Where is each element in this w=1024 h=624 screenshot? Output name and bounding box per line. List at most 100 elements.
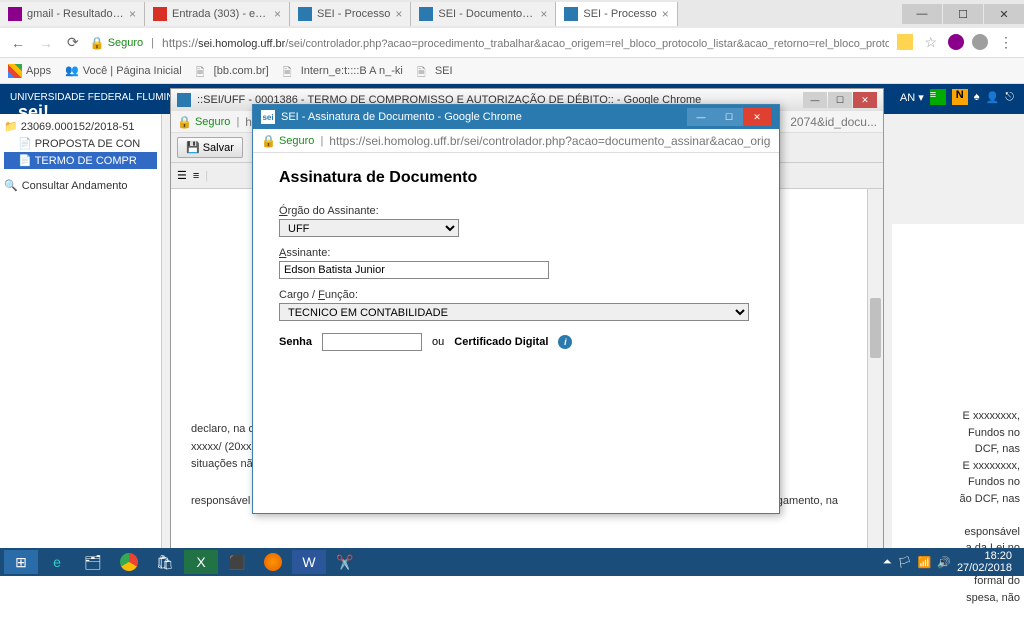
- info-icon[interactable]: i: [558, 335, 572, 349]
- taskbar-chrome-icon[interactable]: [112, 550, 146, 574]
- browser-tabbar: gmail - Resultados da b× Entrada (303) -…: [0, 0, 1024, 28]
- taskbar-snip-icon[interactable]: ✂️: [328, 550, 362, 574]
- sei-icon: [564, 7, 578, 21]
- taskbar-ie-icon[interactable]: e: [40, 550, 74, 574]
- scrollbar-vertical[interactable]: [867, 189, 883, 551]
- toolbar-icon[interactable]: ≡: [930, 89, 946, 105]
- list-icon[interactable]: ≡: [193, 170, 199, 182]
- tab-0[interactable]: gmail - Resultados da b×: [0, 2, 145, 26]
- doc-icon: 📄: [18, 137, 32, 150]
- sidebar: 📁23069.000152/2018-51 📄PROPOSTA DE CON 📄…: [0, 114, 162, 552]
- bookmark-item[interactable]: 👥Você | Página Inicial: [65, 64, 182, 77]
- sei-icon: [298, 7, 312, 21]
- senha-label: Senha: [279, 336, 312, 348]
- taskbar-firefox-icon[interactable]: [256, 550, 290, 574]
- forward-icon[interactable]: →: [36, 35, 56, 51]
- bookmark-item[interactable]: 🗎SEI: [417, 64, 453, 78]
- close-button[interactable]: ✕: [743, 108, 771, 126]
- minimize-button[interactable]: ―: [687, 108, 715, 126]
- tab-4[interactable]: SEI - Processo×: [556, 2, 677, 26]
- assinante-label: Assinante:: [279, 247, 753, 259]
- start-button[interactable]: ⊞: [4, 550, 38, 574]
- star-icon[interactable]: ☆: [921, 34, 940, 51]
- menu-icon[interactable]: ⋮: [996, 34, 1016, 51]
- modal-heading: Assinatura de Documento: [279, 169, 753, 187]
- reload-icon[interactable]: ⟳: [64, 34, 82, 51]
- list-icon[interactable]: ☰: [177, 169, 187, 182]
- yahoo-icon: [8, 7, 22, 21]
- close-icon[interactable]: ×: [274, 7, 281, 21]
- taskbar-app-icon[interactable]: ⬛: [220, 550, 254, 574]
- system-tray[interactable]: ⏶ 🏳 📶 🔊 18:2027/02/2018: [883, 550, 1020, 574]
- bookmarks-bar: Apps 👥Você | Página Inicial 🗎[bb.com.br]…: [0, 58, 1024, 84]
- bookmark-item[interactable]: 🗎Intern_e:t::::B A n_-ki: [283, 64, 403, 78]
- orgao-select[interactable]: UFF: [279, 219, 459, 237]
- modal-url: https://sei.homolog.uff.br/sei/controlad…: [329, 134, 771, 148]
- maximize-button[interactable]: ☐: [828, 92, 852, 108]
- secure-badge: 🔒 Seguro: [177, 115, 230, 129]
- apps-button[interactable]: Apps: [8, 64, 51, 78]
- back-icon[interactable]: ←: [8, 35, 28, 51]
- tray-flag-icon[interactable]: 🏳: [898, 556, 912, 569]
- close-icon[interactable]: ×: [662, 7, 669, 21]
- taskbar-word-icon[interactable]: W: [292, 550, 326, 574]
- tab-2[interactable]: SEI - Processo×: [290, 2, 411, 26]
- minimize-button[interactable]: ―: [902, 4, 942, 24]
- secure-badge: 🔒 Seguro: [90, 36, 143, 50]
- cert-label: Certificado Digital: [454, 336, 548, 348]
- tab-3[interactable]: SEI - Documentos do Blo×: [411, 2, 556, 26]
- scrollbar-thumb[interactable]: [870, 298, 881, 358]
- tray-network-icon[interactable]: 📶: [918, 556, 932, 569]
- taskbar-explorer-icon[interactable]: 🗂: [76, 550, 110, 574]
- ext-icon[interactable]: [948, 34, 964, 50]
- search-icon: 🔍: [4, 179, 18, 192]
- modal-body: Assinatura de Documento Órgão do Assinan…: [253, 153, 779, 367]
- menu-suffix[interactable]: AN ▾: [900, 91, 924, 104]
- cargo-label: Cargo / Função:: [279, 289, 753, 301]
- folder-icon: 📁: [4, 120, 18, 133]
- tab-1[interactable]: Entrada (303) - edsonba×: [145, 2, 290, 26]
- minimize-button[interactable]: ―: [803, 92, 827, 108]
- tree-doc-selected[interactable]: 📄TERMO DE COMPR: [4, 152, 157, 169]
- taskbar-store-icon[interactable]: 🛍: [148, 550, 182, 574]
- sei-icon: [177, 93, 191, 107]
- page-icon: 🗎: [417, 64, 431, 78]
- toolbar-icon[interactable]: ♠: [974, 91, 980, 103]
- toolbar-icon[interactable]: N: [952, 89, 968, 105]
- consult-link[interactable]: 🔍Consultar Andamento: [4, 177, 157, 194]
- ou-label: ou: [432, 336, 444, 348]
- close-icon[interactable]: ×: [395, 7, 402, 21]
- sei-icon: [419, 7, 433, 21]
- cargo-select[interactable]: TECNICO EM CONTABILIDADE: [279, 303, 749, 321]
- url-text[interactable]: https://sei.homolog.uff.br/sei/controlad…: [162, 36, 889, 50]
- bookmark-item[interactable]: 🗎[bb.com.br]: [196, 64, 269, 78]
- page-icon: 🗎: [283, 64, 297, 78]
- tray-volume-icon[interactable]: 🔊: [937, 556, 951, 569]
- toolbar-icon[interactable]: ⎋: [1005, 91, 1014, 104]
- ext-icon[interactable]: [897, 34, 913, 50]
- save-button[interactable]: 💾Salvar: [177, 137, 243, 158]
- orgao-label: Órgão do Assinante:: [279, 205, 753, 217]
- tree-doc[interactable]: 📄PROPOSTA DE CON: [4, 135, 157, 152]
- assinante-input[interactable]: [279, 261, 549, 279]
- page-icon: 👥: [65, 64, 79, 77]
- close-icon[interactable]: ×: [129, 7, 136, 21]
- tree-process[interactable]: 📁23069.000152/2018-51: [4, 118, 157, 135]
- taskbar: ⊞ e 🗂 🛍 X ⬛ W ✂️ ⏶ 🏳 📶 🔊 18:2027/02/2018: [0, 548, 1024, 576]
- maximize-button[interactable]: ☐: [715, 108, 743, 126]
- toolbar-icon[interactable]: 👤: [986, 91, 1000, 104]
- modal-titlebar: sei SEI - Assinatura de Documento - Goog…: [253, 105, 779, 129]
- gmail-icon: [153, 7, 167, 21]
- clock[interactable]: 18:2027/02/2018: [957, 550, 1012, 574]
- close-button[interactable]: ✕: [984, 4, 1024, 24]
- secure-badge: 🔒 Seguro: [261, 134, 314, 148]
- tray-up-icon[interactable]: ⏶: [883, 556, 892, 569]
- ext-icon[interactable]: [972, 34, 988, 50]
- page-icon: 🗎: [196, 64, 210, 78]
- close-button[interactable]: ✕: [853, 92, 877, 108]
- close-icon[interactable]: ×: [540, 7, 547, 21]
- taskbar-excel-icon[interactable]: X: [184, 550, 218, 574]
- window-controls: ― ☐ ✕: [901, 4, 1024, 24]
- maximize-button[interactable]: ☐: [943, 4, 983, 24]
- senha-input[interactable]: [322, 333, 422, 351]
